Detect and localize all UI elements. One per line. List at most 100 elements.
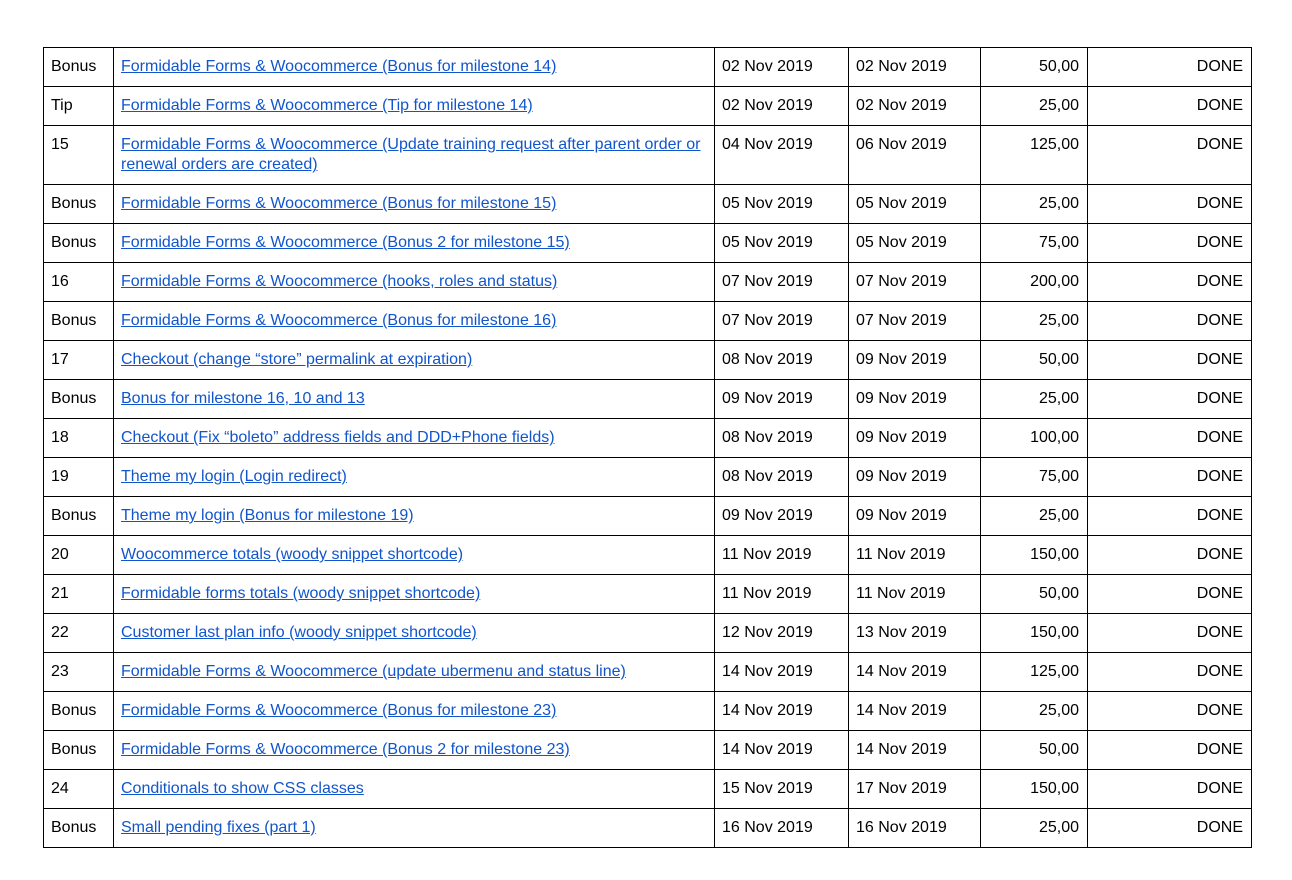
- milestone-title-link[interactable]: Formidable Forms & Woocommerce (update u…: [121, 663, 626, 680]
- start-date-cell: 04 Nov 2019: [714, 125, 849, 185]
- milestone-number-cell: Bonus: [43, 184, 114, 224]
- start-date-cell: 11 Nov 2019: [714, 574, 849, 614]
- end-date-cell: 11 Nov 2019: [848, 535, 981, 575]
- end-date-cell: 17 Nov 2019: [848, 769, 981, 809]
- amount-cell: 75,00: [980, 223, 1088, 263]
- milestone-title-link[interactable]: Checkout (Fix “boleto” address fields an…: [121, 429, 555, 446]
- status-cell: DONE: [1087, 730, 1252, 770]
- end-date-cell: 14 Nov 2019: [848, 730, 981, 770]
- end-date-cell: 14 Nov 2019: [848, 691, 981, 731]
- end-date-cell: 06 Nov 2019: [848, 125, 981, 185]
- milestone-title-cell: Woocommerce totals (woody snippet shortc…: [113, 535, 715, 575]
- end-date-cell: 02 Nov 2019: [848, 86, 981, 126]
- end-date-cell: 16 Nov 2019: [848, 808, 981, 848]
- start-date-cell: 05 Nov 2019: [714, 223, 849, 263]
- milestones-table: Bonus Formidable Forms & Woocommerce (Bon…: [43, 47, 1252, 848]
- amount-cell: 25,00: [980, 496, 1088, 536]
- end-date-cell: 09 Nov 2019: [848, 379, 981, 419]
- table-row: 23 Formidable Forms & Woocommerce (update…: [43, 652, 1252, 692]
- status-cell: DONE: [1087, 574, 1252, 614]
- milestone-title-link[interactable]: Formidable Forms & Woocommerce (Bonus 2 …: [121, 234, 570, 251]
- amount-cell: 150,00: [980, 535, 1088, 575]
- start-date-cell: 05 Nov 2019: [714, 184, 849, 224]
- milestone-number-cell: 21: [43, 574, 114, 614]
- milestone-number-cell: 18: [43, 418, 114, 458]
- milestone-title-link[interactable]: Woocommerce totals (woody snippet shortc…: [121, 546, 463, 563]
- table-row: 18 Checkout (Fix “boleto” address fields …: [43, 418, 1252, 458]
- start-date-cell: 08 Nov 2019: [714, 418, 849, 458]
- start-date-cell: 07 Nov 2019: [714, 301, 849, 341]
- table-row: Bonus Formidable Forms & Woocommerce (Bon…: [43, 691, 1252, 731]
- milestone-title-link[interactable]: Formidable Forms & Woocommerce (Bonus fo…: [121, 312, 556, 329]
- amount-cell: 25,00: [980, 301, 1088, 341]
- table-row: Bonus Formidable Forms & Woocommerce (Bon…: [43, 47, 1252, 87]
- table-row: 22 Customer last plan info (woody snippet…: [43, 613, 1252, 653]
- milestone-number-cell: 15: [43, 125, 114, 185]
- milestone-number-cell: Bonus: [43, 379, 114, 419]
- milestone-title-link[interactable]: Formidable Forms & Woocommerce (Bonus fo…: [121, 702, 556, 719]
- status-cell: DONE: [1087, 262, 1252, 302]
- table-row: Bonus Small pending fixes (part 1) 16 Nov …: [43, 808, 1252, 848]
- table-row: 15 Formidable Forms & Woocommerce (Update…: [43, 125, 1252, 185]
- start-date-cell: 11 Nov 2019: [714, 535, 849, 575]
- end-date-cell: 05 Nov 2019: [848, 184, 981, 224]
- milestone-title-cell: Formidable Forms & Woocommerce (Update t…: [113, 125, 715, 185]
- status-cell: DONE: [1087, 86, 1252, 126]
- milestone-title-link[interactable]: Customer last plan info (woody snippet s…: [121, 624, 477, 641]
- end-date-cell: 14 Nov 2019: [848, 652, 981, 692]
- start-date-cell: 14 Nov 2019: [714, 691, 849, 731]
- milestone-number-cell: Bonus: [43, 47, 114, 87]
- milestone-title-cell: Formidable Forms & Woocommerce (Bonus 2 …: [113, 730, 715, 770]
- milestone-title-link[interactable]: Formidable forms totals (woody snippet s…: [121, 585, 480, 602]
- status-cell: DONE: [1087, 340, 1252, 380]
- milestone-title-cell: Formidable Forms & Woocommerce (Bonus fo…: [113, 47, 715, 87]
- end-date-cell: 07 Nov 2019: [848, 262, 981, 302]
- milestone-title-link[interactable]: Theme my login (Login redirect): [121, 468, 347, 485]
- end-date-cell: 13 Nov 2019: [848, 613, 981, 653]
- milestone-title-link[interactable]: Formidable Forms & Woocommerce (Tip for …: [121, 97, 533, 114]
- milestone-title-cell: Theme my login (Bonus for milestone 19): [113, 496, 715, 536]
- milestone-title-cell: Formidable forms totals (woody snippet s…: [113, 574, 715, 614]
- amount-cell: 25,00: [980, 184, 1088, 224]
- milestone-title-cell: Checkout (change “store” permalink at ex…: [113, 340, 715, 380]
- amount-cell: 125,00: [980, 125, 1088, 185]
- table-row: 17 Checkout (change “store” permalink at …: [43, 340, 1252, 380]
- status-cell: DONE: [1087, 47, 1252, 87]
- milestone-title-link[interactable]: Small pending fixes (part 1): [121, 819, 316, 836]
- status-cell: DONE: [1087, 223, 1252, 263]
- status-cell: DONE: [1087, 125, 1252, 185]
- table-row: 21 Formidable forms totals (woody snippet…: [43, 574, 1252, 614]
- milestone-title-link[interactable]: Formidable Forms & Woocommerce (Update t…: [121, 136, 701, 173]
- milestone-title-cell: Formidable Forms & Woocommerce (Bonus fo…: [113, 691, 715, 731]
- amount-cell: 50,00: [980, 730, 1088, 770]
- milestone-number-cell: Bonus: [43, 730, 114, 770]
- end-date-cell: 09 Nov 2019: [848, 418, 981, 458]
- milestone-title-link[interactable]: Formidable Forms & Woocommerce (Bonus fo…: [121, 195, 556, 212]
- milestone-title-link[interactable]: Formidable Forms & Woocommerce (Bonus fo…: [121, 58, 556, 75]
- amount-cell: 25,00: [980, 86, 1088, 126]
- status-cell: DONE: [1087, 769, 1252, 809]
- milestone-title-link[interactable]: Formidable Forms & Woocommerce (hooks, r…: [121, 273, 557, 290]
- milestone-number-cell: Bonus: [43, 691, 114, 731]
- milestone-number-cell: Tip: [43, 86, 114, 126]
- milestone-title-cell: Small pending fixes (part 1): [113, 808, 715, 848]
- milestone-title-link[interactable]: Checkout (change “store” permalink at ex…: [121, 351, 472, 368]
- milestone-title-link[interactable]: Conditionals to show CSS classes: [121, 780, 364, 797]
- end-date-cell: 09 Nov 2019: [848, 457, 981, 497]
- table-row: Bonus Formidable Forms & Woocommerce (Bon…: [43, 730, 1252, 770]
- amount-cell: 50,00: [980, 47, 1088, 87]
- milestone-title-link[interactable]: Theme my login (Bonus for milestone 19): [121, 507, 414, 524]
- amount-cell: 75,00: [980, 457, 1088, 497]
- start-date-cell: 16 Nov 2019: [714, 808, 849, 848]
- milestone-title-cell: Formidable Forms & Woocommerce (Bonus fo…: [113, 301, 715, 341]
- milestone-title-link[interactable]: Bonus for milestone 16, 10 and 13: [121, 390, 365, 407]
- amount-cell: 25,00: [980, 808, 1088, 848]
- start-date-cell: 12 Nov 2019: [714, 613, 849, 653]
- status-cell: DONE: [1087, 184, 1252, 224]
- milestone-number-cell: 19: [43, 457, 114, 497]
- start-date-cell: 15 Nov 2019: [714, 769, 849, 809]
- milestone-number-cell: 23: [43, 652, 114, 692]
- end-date-cell: 02 Nov 2019: [848, 47, 981, 87]
- milestone-title-link[interactable]: Formidable Forms & Woocommerce (Bonus 2 …: [121, 741, 570, 758]
- status-cell: DONE: [1087, 535, 1252, 575]
